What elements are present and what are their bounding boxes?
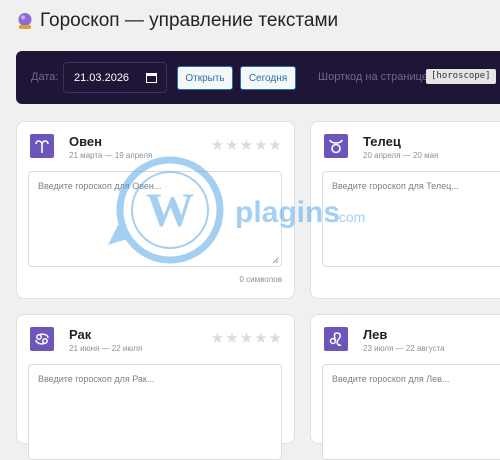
sign-card-taurus: Телец 20 апреля — 20 мая Введите гороско…: [310, 121, 500, 299]
date-value: 21.03.2026: [74, 72, 130, 84]
sign-name: Овен: [69, 134, 103, 149]
taurus-icon: [324, 134, 348, 158]
horoscope-textarea[interactable]: Введите гороскоп для Лев...: [322, 364, 500, 460]
date-label: Дата:: [31, 71, 59, 83]
textarea-placeholder: Введите гороскоп для Телец...: [332, 181, 459, 191]
date-input[interactable]: 21.03.2026: [63, 62, 167, 93]
sign-dates: 21 марта — 19 апреля: [69, 151, 153, 160]
leo-icon: [324, 327, 348, 351]
star-icon[interactable]: ★: [225, 331, 238, 346]
sign-name: Лев: [363, 327, 388, 342]
star-icon[interactable]: ★: [211, 138, 224, 153]
textarea-placeholder: Введите гороскоп для Лев...: [332, 374, 450, 384]
star-icon[interactable]: ★: [225, 138, 238, 153]
aries-icon: [30, 134, 54, 158]
sign-dates: 23 июля — 22 августа: [363, 344, 445, 353]
sign-dates: 20 апреля — 20 мая: [363, 151, 439, 160]
star-icon[interactable]: ★: [254, 138, 267, 153]
page-title: Гороскоп — управление текстами: [40, 10, 339, 31]
toolbar: Дата: 21.03.2026 Открыть Сегодня Шорткод…: [16, 51, 500, 104]
sign-dates: 21 июня — 22 июля: [69, 344, 143, 353]
star-icon[interactable]: ★: [211, 331, 224, 346]
open-button[interactable]: Открыть: [177, 66, 233, 90]
sign-name: Телец: [363, 134, 401, 149]
sign-card-cancer: Рак 21 июня — 22 июля ★ ★ ★ ★ ★ Введите горо…: [16, 314, 295, 460]
crystal-ball-icon: [18, 13, 32, 29]
rating-stars: ★ ★ ★ ★ ★: [211, 331, 282, 346]
horoscope-textarea[interactable]: Введите гороскоп для Телец...: [322, 171, 500, 267]
rating-stars: ★ ★ ★ ★ ★: [211, 138, 282, 153]
today-button[interactable]: Сегодня: [240, 66, 296, 90]
horoscope-textarea[interactable]: Введите гороскоп для Овен...: [28, 171, 282, 267]
page-header: Гороскоп — управление текстами: [16, 10, 338, 32]
star-icon[interactable]: ★: [269, 331, 282, 346]
sign-card-leo: Лев 23 июля — 22 августа Введите гороско…: [310, 314, 500, 460]
horoscope-textarea[interactable]: Введите гороскоп для Рак...: [28, 364, 282, 460]
star-icon[interactable]: ★: [240, 331, 253, 346]
shortcode-code: [horoscope]: [426, 69, 496, 84]
star-icon[interactable]: ★: [269, 138, 282, 153]
star-icon[interactable]: ★: [240, 138, 253, 153]
sign-name: Рак: [69, 327, 92, 342]
shortcode-label: Шорткод на странице:: [318, 71, 431, 83]
cancer-icon: [30, 327, 54, 351]
textarea-placeholder: Введите гороскоп для Рак...: [38, 374, 155, 384]
calendar-icon[interactable]: [146, 72, 157, 83]
textarea-placeholder: Введите гороскоп для Овен...: [38, 181, 162, 191]
star-icon[interactable]: ★: [254, 331, 267, 346]
sign-card-aries: Овен 21 марта — 19 апреля ★ ★ ★ ★ ★ Введите …: [16, 121, 295, 299]
char-counter: 0 символов: [239, 275, 282, 284]
resize-grip-icon[interactable]: [272, 257, 279, 264]
